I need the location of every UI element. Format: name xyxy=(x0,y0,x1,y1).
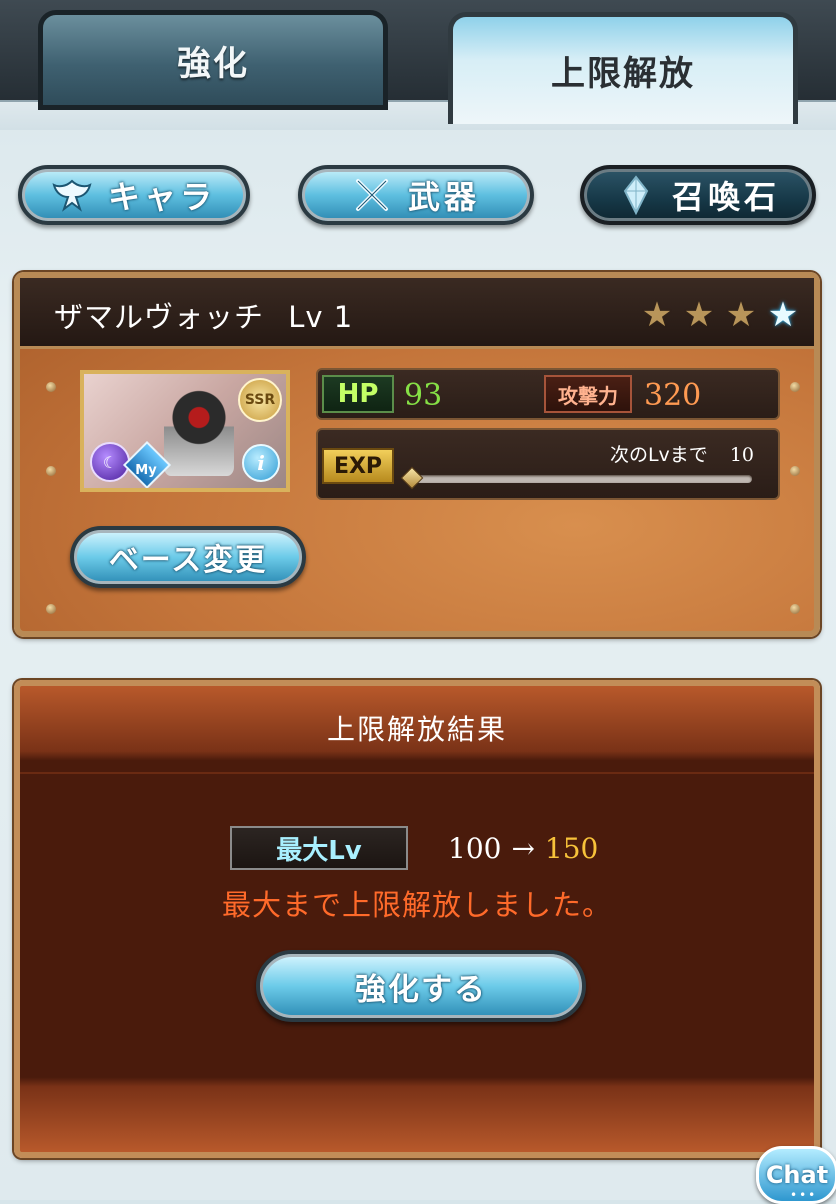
character-header: ザマルヴォッチ Lv 1 ★ ★ ★ ★ xyxy=(20,278,814,349)
rivet-icon xyxy=(46,604,56,614)
character-name-line: ザマルヴォッチ Lv 1 xyxy=(54,294,353,336)
exp-label: EXP xyxy=(322,448,394,484)
character-level: Lv 1 xyxy=(288,300,354,334)
exp-row: EXP 次のLvまで 10 xyxy=(316,428,780,500)
category-weapon-label: 武器 xyxy=(407,178,480,216)
uncap-star-icon: ★ xyxy=(725,295,757,335)
old-max-level: 100 xyxy=(448,832,502,865)
tab-uncap[interactable]: 上限解放 xyxy=(448,12,798,124)
result-message: 最大まで上限解放しました。 xyxy=(221,888,612,922)
arrow-icon: → xyxy=(511,832,535,865)
character-portrait[interactable]: SSR ☾ My i xyxy=(80,370,290,492)
next-level-label: 次のLvまで xyxy=(609,444,708,466)
next-level-value: 10 xyxy=(729,444,754,466)
result-title: 上限解放結果 xyxy=(326,713,507,746)
info-icon[interactable]: i xyxy=(242,444,280,482)
my-badge-label: My xyxy=(135,463,157,478)
attack-value: 320 xyxy=(644,378,702,413)
result-divider xyxy=(20,772,814,774)
character-panel: ザマルヴォッチ Lv 1 ★ ★ ★ ★ SSR ☾ My i HP 93 攻撃… xyxy=(14,272,820,637)
category-weapon-button[interactable]: 武器 xyxy=(298,165,534,225)
exp-bar xyxy=(400,466,752,490)
category-summon-button[interactable]: 召喚石 xyxy=(580,165,816,225)
max-level-label: 最大Lv xyxy=(230,826,408,870)
rivet-icon xyxy=(790,382,800,392)
tab-strengthen[interactable]: 強化 xyxy=(38,10,388,110)
category-character-label: キャラ xyxy=(107,178,216,216)
next-level-info: 次のLvまで 10 xyxy=(610,440,754,467)
rarity-badge: SSR xyxy=(238,378,282,422)
character-figure xyxy=(164,386,234,476)
uncap-stars: ★ ★ ★ ★ xyxy=(638,296,802,334)
tab-uncap-label: 上限解放 xyxy=(551,54,695,94)
change-base-label: ベース変更 xyxy=(108,543,268,578)
level-change: 100 → 150 xyxy=(448,832,598,865)
transcendence-star-icon: ★ xyxy=(767,295,799,335)
exp-bar-knob-icon xyxy=(400,466,424,490)
crossed-swords-icon xyxy=(352,175,392,215)
hp-value: 93 xyxy=(404,378,443,413)
uncap-result-panel: 上限解放結果 最大Lv 100 → 150 最大まで上限解放しました。 強化する xyxy=(14,680,820,1158)
strengthen-label: 強化する xyxy=(355,971,487,1008)
category-character-button[interactable]: キャラ xyxy=(18,165,250,225)
chat-label: Chat xyxy=(765,1161,829,1189)
tab-strengthen-label: 強化 xyxy=(177,43,249,84)
new-max-level: 150 xyxy=(544,832,599,865)
uncap-star-icon: ★ xyxy=(641,295,673,335)
hp-label: HP xyxy=(322,375,394,413)
category-summon-label: 召喚石 xyxy=(671,178,780,216)
character-name: ザマルヴォッチ xyxy=(54,300,265,334)
rivet-icon xyxy=(46,466,56,476)
stats-row: HP 93 攻撃力 320 xyxy=(316,368,780,420)
rivet-icon xyxy=(46,382,56,392)
crystal-icon xyxy=(616,175,656,215)
uncap-star-icon: ★ xyxy=(683,295,715,335)
rivet-icon xyxy=(790,604,800,614)
character-crest-icon xyxy=(52,175,92,215)
strengthen-button[interactable]: 強化する xyxy=(256,950,586,1022)
attack-label: 攻撃力 xyxy=(544,375,632,413)
change-base-button[interactable]: ベース変更 xyxy=(70,526,306,588)
rivet-icon xyxy=(790,466,800,476)
